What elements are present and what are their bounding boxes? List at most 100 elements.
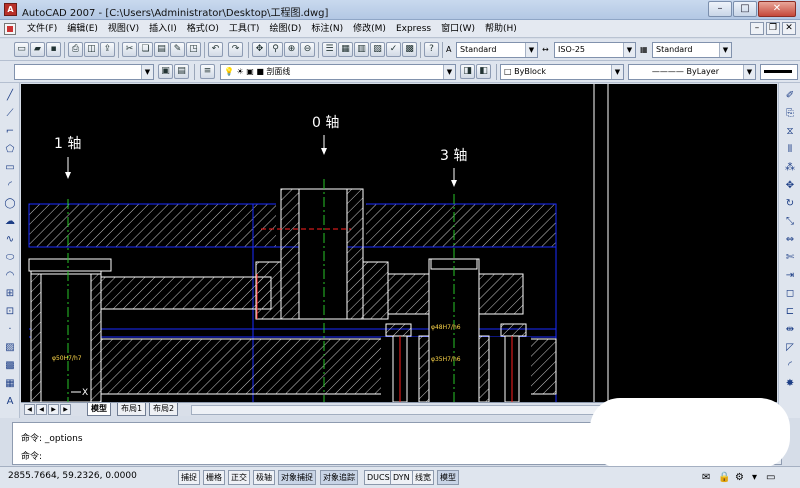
menu-file[interactable]: 文件(F) (22, 20, 62, 38)
prev-tab-icon[interactable]: ◀ (36, 404, 47, 415)
menu-draw[interactable]: 绘图(D) (264, 20, 306, 38)
break-at-point-icon[interactable]: ◻ (783, 287, 797, 301)
table-icon[interactable]: ▦ (3, 377, 17, 391)
cut-icon[interactable]: ✂ (122, 42, 137, 57)
multiline-text-icon[interactable]: A (3, 395, 17, 409)
doc-minimize-button[interactable]: – (750, 22, 764, 35)
offset-icon[interactable]: ⫴ (783, 143, 797, 157)
model-toggle[interactable]: 模型 (437, 470, 459, 485)
ortho-toggle[interactable]: 正交 (228, 470, 250, 485)
hatch-icon[interactable]: ▨ (3, 341, 17, 355)
layer-previous-icon[interactable]: ◧ (476, 64, 491, 79)
insert-block-icon[interactable]: ⊞ (3, 287, 17, 301)
pan-icon[interactable]: ✥ (252, 42, 267, 57)
workspace-settings-icon[interactable]: ▣ (158, 64, 173, 79)
extend-icon[interactable]: ⇥ (783, 269, 797, 283)
ellipse-arc-icon[interactable]: ◠ (3, 269, 17, 283)
maximize-button[interactable]: □ (733, 1, 757, 17)
block-editor-icon[interactable]: ◳ (186, 42, 201, 57)
workspace-select[interactable]: ▼ (14, 64, 154, 80)
table-style-select[interactable]: Standard ▼ (652, 42, 732, 58)
lineweight-toggle[interactable]: 线宽 (412, 470, 434, 485)
stretch-icon[interactable]: ⇔ (783, 233, 797, 247)
menu-express[interactable]: Express (391, 20, 436, 38)
autocad-logo-icon[interactable]: A (4, 3, 17, 16)
menu-format[interactable]: 格式(O) (182, 20, 224, 38)
tray-settings-icon[interactable]: ⚙ (735, 471, 744, 485)
scale-icon[interactable]: ⤡ (783, 215, 797, 229)
copy-object-icon[interactable]: ⎘ (783, 107, 797, 121)
mirror-icon[interactable]: ⧖ (783, 125, 797, 139)
sheet-set-icon[interactable]: ▧ (370, 42, 385, 57)
fillet-icon[interactable]: ◜ (783, 359, 797, 373)
copy-icon[interactable]: ❏ (138, 42, 153, 57)
polar-toggle[interactable]: 极轴 (253, 470, 275, 485)
make-layer-current-icon[interactable]: ◨ (460, 64, 475, 79)
plot-icon[interactable]: ⎙ (68, 42, 83, 57)
menu-tools[interactable]: 工具(T) (224, 20, 265, 38)
status-menu-icon[interactable]: ▾ (752, 471, 757, 485)
array-icon[interactable]: ⁂ (783, 161, 797, 175)
point-icon[interactable]: · (3, 323, 17, 337)
first-tab-icon[interactable]: ◀ (24, 404, 35, 415)
properties-icon[interactable]: ☰ (322, 42, 337, 57)
paste-icon[interactable]: ▤ (154, 42, 169, 57)
chamfer-icon[interactable]: ◸ (783, 341, 797, 355)
lineweight-select[interactable] (760, 64, 798, 80)
minimize-button[interactable]: – (708, 1, 732, 17)
linetype-select[interactable]: ———— ByLayer ▼ (628, 64, 756, 80)
grid-toggle[interactable]: 栅格 (203, 470, 225, 485)
new-file-icon[interactable]: ▭ (14, 42, 29, 57)
trim-icon[interactable]: ✄ (783, 251, 797, 265)
snap-toggle[interactable]: 捕捉 (178, 470, 200, 485)
last-tab-icon[interactable]: ▶ (60, 404, 71, 415)
make-block-icon[interactable]: ⊡ (3, 305, 17, 319)
zoom-previous-icon[interactable]: ⊖ (300, 42, 315, 57)
break-icon[interactable]: ⊏ (783, 305, 797, 319)
document-icon[interactable] (4, 22, 16, 35)
layer-manager-icon[interactable]: ≡ (200, 64, 215, 79)
erase-icon[interactable]: ✐ (783, 89, 797, 103)
gradient-icon[interactable]: ▩ (3, 359, 17, 373)
menu-help[interactable]: 帮助(H) (480, 20, 522, 38)
doc-close-button[interactable]: ✕ (782, 22, 796, 35)
construction-line-icon[interactable]: ⟋ (3, 107, 17, 121)
osnap-toggle[interactable]: 对象捕捉 (278, 470, 316, 485)
tab-model[interactable]: 模型 (87, 403, 111, 416)
arc-icon[interactable]: ◜ (3, 179, 17, 193)
markup-icon[interactable]: ✓ (386, 42, 401, 57)
circle-icon[interactable]: ◯ (3, 197, 17, 211)
polygon-icon[interactable]: ⬠ (3, 143, 17, 157)
layer-select[interactable]: 💡 ☀ ▣ ■ 剖面线 ▼ (220, 64, 456, 80)
menu-window[interactable]: 窗口(W) (436, 20, 480, 38)
tool-palettes-icon[interactable]: ▥ (354, 42, 369, 57)
menu-modify[interactable]: 修改(M) (348, 20, 391, 38)
menu-edit[interactable]: 编辑(E) (62, 20, 103, 38)
zoom-realtime-icon[interactable]: ⚲ (268, 42, 283, 57)
doc-restore-button[interactable]: ❐ (766, 22, 780, 35)
plot-preview-icon[interactable]: ◫ (84, 42, 99, 57)
open-folder-icon[interactable]: ▰ (30, 42, 45, 57)
lock-icon[interactable]: 🔒 (718, 471, 730, 485)
calculator-icon[interactable]: ▩ (402, 42, 417, 57)
undo-icon[interactable]: ↶ (208, 42, 223, 57)
join-icon[interactable]: ⇹ (783, 323, 797, 337)
tab-layout2[interactable]: 布局2 (149, 403, 179, 416)
save-workspace-icon[interactable]: ▤ (174, 64, 189, 79)
explode-icon[interactable]: ✸ (783, 377, 797, 391)
rotate-icon[interactable]: ↻ (783, 197, 797, 211)
text-style-select[interactable]: Standard ▼ (456, 42, 538, 58)
publish-icon[interactable]: ⇪ (100, 42, 115, 57)
command-prompt[interactable]: 命令: (21, 449, 42, 462)
menu-insert[interactable]: 插入(I) (144, 20, 182, 38)
redo-icon[interactable]: ↷ (228, 42, 243, 57)
ducs-toggle[interactable]: DUCS (364, 470, 393, 485)
color-select[interactable]: □ ByBlock ▼ (500, 64, 624, 80)
move-icon[interactable]: ✥ (783, 179, 797, 193)
line-icon[interactable]: ╱ (3, 89, 17, 103)
tab-layout1[interactable]: 布局1 (117, 403, 147, 416)
close-button[interactable]: ✕ (758, 1, 796, 17)
menu-dimension[interactable]: 标注(N) (306, 20, 348, 38)
dim-style-select[interactable]: ISO-25 ▼ (554, 42, 636, 58)
revision-cloud-icon[interactable]: ☁ (3, 215, 17, 229)
